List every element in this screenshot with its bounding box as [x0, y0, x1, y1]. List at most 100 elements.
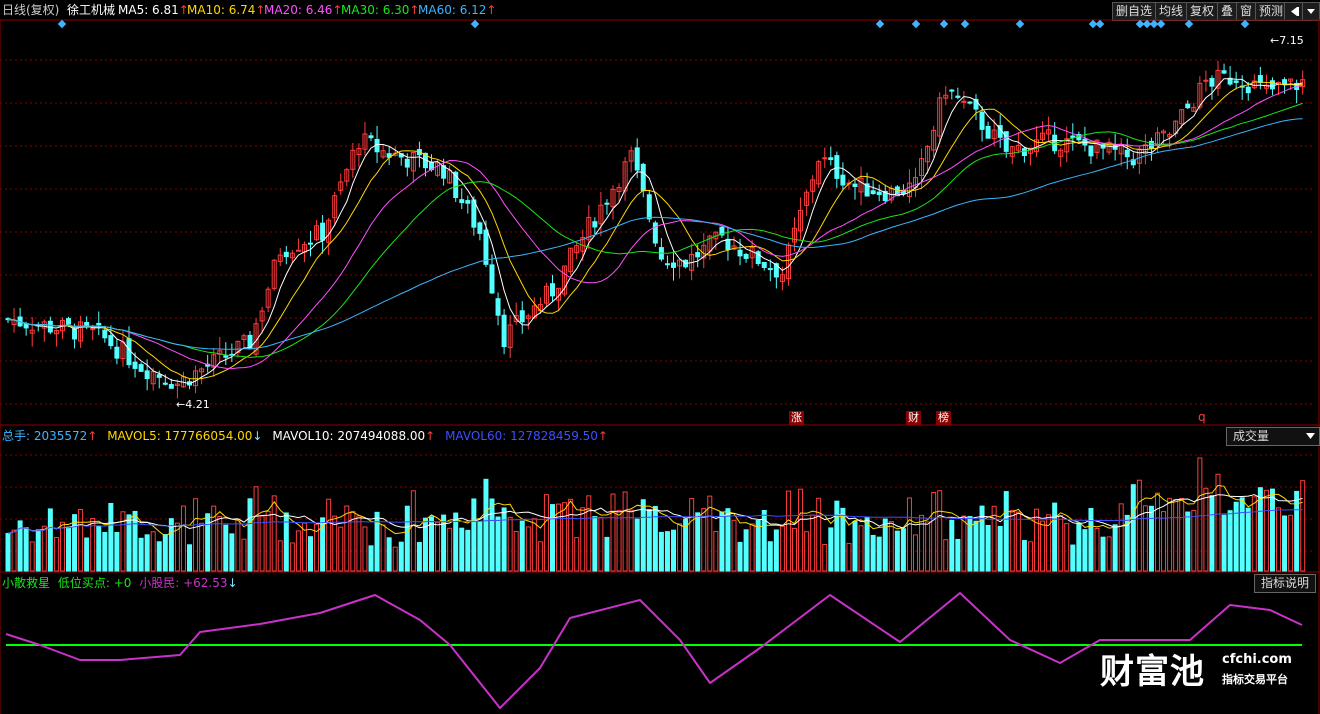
volume-bar — [507, 516, 513, 572]
candle-body — [955, 95, 961, 98]
volume-bar — [247, 498, 253, 572]
marker-limit-up[interactable]: 涨 — [789, 411, 804, 425]
volume-bar — [1058, 515, 1064, 572]
volume-bar — [1269, 488, 1275, 572]
volume-bar — [731, 519, 737, 572]
marker-q[interactable]: q — [1198, 410, 1206, 424]
volume-bar — [525, 526, 531, 572]
volume-bar — [96, 525, 102, 572]
volume-bar — [574, 537, 580, 572]
kline-chart[interactable]: ←7.15 ←4.21 — [0, 0, 1320, 714]
volume-bar — [961, 515, 967, 572]
chevron-down-icon — [1306, 433, 1315, 439]
volume-bar — [1003, 491, 1009, 572]
volume-bar — [1088, 507, 1094, 572]
candle-body — [477, 222, 483, 234]
volume-bar — [937, 490, 943, 572]
volume-bar — [404, 505, 410, 572]
volume-bar — [1179, 497, 1185, 572]
volume-bar — [489, 498, 495, 572]
volume-bar — [816, 497, 822, 572]
low-price-label: ←4.21 — [176, 398, 210, 411]
indicator-explain-button[interactable]: 指标说明 — [1254, 574, 1317, 593]
volume-bar — [943, 539, 949, 572]
candle-body — [604, 202, 610, 205]
candle-body — [767, 268, 773, 271]
volume-bar — [410, 490, 416, 572]
volume-bar — [338, 526, 344, 572]
volume-bar — [1118, 503, 1124, 572]
volume-bar — [985, 524, 991, 572]
diamond-icon — [1156, 19, 1166, 29]
volume-bar — [483, 478, 489, 572]
volume-bar — [271, 495, 277, 572]
volume-bar — [1191, 510, 1197, 572]
candle-body — [737, 249, 743, 257]
volume-bar — [1221, 514, 1227, 572]
diamond-icon — [939, 19, 949, 29]
watermark-tagline: 指标交易平台 — [1222, 673, 1288, 686]
candle-body — [1203, 79, 1209, 82]
volume-bar — [852, 520, 858, 572]
volume-bar — [217, 516, 223, 572]
candle-body — [1221, 70, 1227, 74]
volume-bar — [888, 521, 894, 572]
volume-bar — [810, 514, 816, 572]
volume-bar — [435, 521, 441, 572]
candle-body — [1088, 145, 1094, 157]
candle-body — [725, 238, 731, 250]
volume-bar — [1136, 479, 1142, 572]
volume-bar — [1209, 495, 1215, 572]
volume-bar — [398, 541, 404, 572]
volume-bar — [562, 502, 568, 572]
candle-body — [1021, 148, 1027, 157]
candle-body — [1233, 80, 1239, 83]
candle-body — [108, 335, 114, 347]
candle-body — [501, 314, 507, 348]
volume-bar — [108, 502, 114, 572]
volume-bar — [1064, 523, 1070, 572]
candle-body — [961, 100, 967, 103]
volume-bar — [543, 494, 549, 572]
volume-bar — [144, 534, 150, 572]
volume-bar — [187, 544, 192, 572]
volume-bar — [737, 541, 743, 572]
volume-bar — [114, 531, 120, 572]
candle-body — [761, 261, 767, 268]
diamond-icon — [470, 19, 480, 29]
candle-body — [138, 364, 144, 372]
volume-bar — [102, 532, 108, 572]
candle-body — [368, 135, 374, 139]
candle-body — [695, 252, 701, 258]
volume-bar — [1082, 529, 1088, 572]
candle-body — [168, 384, 174, 389]
marker-finance[interactable]: 财 — [906, 411, 921, 425]
volume-bar — [828, 527, 834, 572]
candle-body — [646, 194, 652, 220]
candle-body — [985, 125, 991, 139]
volume-bar — [537, 541, 543, 572]
candle-body — [876, 191, 882, 196]
volume-bar — [979, 505, 985, 572]
volume-bar — [35, 529, 41, 572]
marker-ranking[interactable]: 榜 — [936, 411, 951, 425]
volume-bar — [1288, 514, 1294, 572]
volume-bar — [1021, 540, 1027, 572]
volume-bar — [126, 514, 132, 572]
volume-bar — [1227, 510, 1233, 572]
candle-body — [223, 355, 229, 358]
volume-bar — [743, 529, 749, 572]
volume-bar — [592, 516, 598, 572]
volume-bar — [695, 512, 701, 572]
volume-bar — [931, 491, 937, 572]
volume-bar — [646, 509, 652, 572]
volume-bar — [1106, 536, 1112, 572]
volume-bar — [1142, 505, 1148, 572]
volume-indicator-dropdown[interactable]: 成交量 — [1226, 427, 1320, 446]
volume-bar — [223, 524, 229, 572]
volume-bar — [1155, 492, 1160, 572]
volume-bar — [677, 523, 683, 572]
candle-body — [66, 318, 71, 325]
volume-bar — [997, 525, 1003, 572]
volume-bar — [5, 532, 11, 572]
